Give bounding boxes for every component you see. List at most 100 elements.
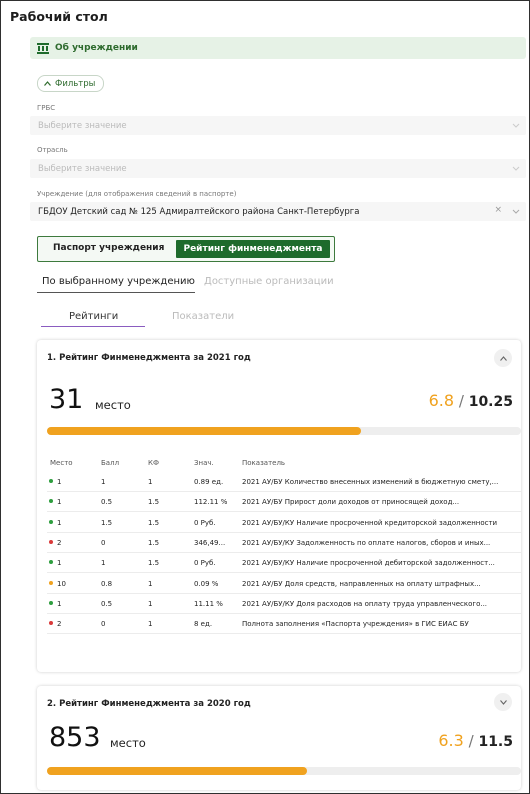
cell-score-text: 1 [101, 478, 106, 486]
collapse-button[interactable] [494, 349, 512, 367]
expand-button[interactable] [494, 693, 512, 711]
tab-available-organizations[interactable]: Доступные организации [204, 276, 334, 287]
cell-place: 2 [49, 539, 61, 547]
tab-primary-underline [37, 292, 195, 293]
rating-progress-track [47, 767, 521, 775]
cell-score-text: 0 [101, 620, 106, 629]
bank-icon [37, 42, 49, 54]
column-header-value: Знач. [194, 459, 214, 467]
cell-score: 0 [101, 539, 105, 547]
cell-score: 0.5 [101, 498, 112, 506]
cell-value: 112.11 % [194, 498, 227, 506]
chevron-down-icon [512, 123, 520, 128]
cell-place: 10 [49, 580, 66, 588]
cell-indicator-text: 2021 АУ/БУ/КУ Наличие просроченной дебит… [242, 559, 495, 568]
filters-toggle-label: Фильтры [55, 78, 96, 89]
table-row[interactable]: 2 0 1 8 ед. Полнота заполнения «Паспорта учр… [37, 614, 521, 635]
cell-place: 1 [49, 559, 61, 567]
cell-score-text: 0.5 [101, 498, 113, 507]
cell-indicator: Полнота заполнения «Паспорта учреждения»… [242, 620, 469, 628]
tab-indicators[interactable]: Показатели [172, 311, 234, 322]
institution-select[interactable]: ГБДОУ Детский сад № 125 Адмиралтейского … [30, 202, 526, 221]
rating-progress-fill [47, 427, 362, 435]
cell-kf: 1.5 [148, 519, 159, 527]
status-dot-icon [49, 539, 53, 544]
rating-card-title: 1. Рейтинг Финменеджмента за 2021 год [47, 353, 251, 363]
passport-tab-button[interactable]: Паспорт учреждения [53, 243, 164, 253]
cell-kf: 1.5 [148, 539, 159, 547]
cell-kf-text: 1 [148, 478, 153, 486]
cell-indicator: 2021 АУ/БУ/КУ Наличие просроченной дебит… [242, 559, 495, 567]
table-row[interactable]: 1 1.5 1.5 0 Руб. 2021 АУ/БУ/КУ Наличие проср… [37, 513, 521, 533]
rating-card-2021: 1. Рейтинг Финменеджмента за 2021 год 31… [37, 340, 521, 672]
cell-place-text: 2 [57, 620, 62, 629]
cell-place-text: 1 [57, 559, 62, 568]
rating-score: 6.8 / 10.25 [429, 391, 513, 410]
cell-kf-text: 1 [148, 599, 153, 608]
otrasl-select[interactable]: Выберите значение [30, 159, 526, 178]
institution-value: ГБДОУ Детский сад № 125 Адмиралтейского … [38, 206, 360, 217]
status-dot-icon [49, 519, 53, 524]
tab-selected-institution[interactable]: По выбранному учреждению [42, 276, 195, 287]
table-row[interactable]: 1 1 1.5 0 Руб. 2021 АУ/БУ/КУ Наличие просроч… [37, 553, 521, 574]
cell-score: 1.5 [101, 519, 112, 527]
rating-score-separator: / [458, 392, 464, 410]
view-segmented-control: Паспорт учреждения Рейтинг финменеджмент… [37, 236, 335, 262]
cell-place-text: 10 [57, 579, 66, 588]
rating-place: 31 [49, 384, 84, 415]
cell-value-text: 112.11 % [194, 498, 228, 507]
grbs-select[interactable]: Выберите значение [30, 116, 526, 135]
institution-label: Учреждение (для отображения сведений в п… [37, 190, 237, 198]
status-dot-icon [49, 600, 53, 605]
cell-score: 1 [101, 559, 105, 567]
cell-indicator-text: 2021 АУ/БУ/КУ Задолженность по оплате на… [242, 538, 491, 547]
rating-tab-button[interactable]: Рейтинг финменеджмента [176, 240, 330, 258]
page-title: Рабочий стол [10, 9, 108, 24]
cell-value-text: 0 Руб. [194, 518, 216, 527]
column-header-indicator: Показатель [242, 459, 286, 467]
cell-place: 1 [49, 519, 61, 527]
cell-indicator: 2021 АУ/БУ Прирост доли доходов от прино… [242, 498, 459, 506]
table-row[interactable]: 1 1 1 0.89 ед. 2021 АУ/БУ Количество внесенн… [37, 472, 521, 492]
cell-kf-text: 1.5 [148, 538, 160, 547]
grbs-placeholder: Выберите значение [38, 120, 127, 131]
rating-card-title: 2. Рейтинг Финменеджмента за 2020 год [47, 699, 251, 709]
cell-value-text: 11.11 % [194, 599, 223, 608]
cell-indicator-text: 2021 АУ/БУ Доля средств, направленных на… [242, 579, 481, 588]
cell-place-text: 1 [57, 498, 62, 507]
table-row[interactable]: 2 0 1.5 346,49... 2021 АУ/БУ/КУ Задолженност… [37, 533, 521, 553]
table-row[interactable]: 1 0.5 1 11.11 % 2021 АУ/БУ/КУ Доля расходов … [37, 594, 521, 614]
cell-place-text: 2 [57, 538, 62, 547]
rating-table-header: Место Балл КФ Знач. Показатель [37, 459, 521, 469]
tab-ratings[interactable]: Рейтинги [69, 311, 118, 322]
cell-kf-text: 1.5 [148, 498, 160, 507]
cell-score-text: 0.8 [101, 579, 113, 588]
about-institution-bar[interactable]: Об учреждении [30, 37, 526, 59]
cell-indicator-text: 2021 АУ/БУ/КУ Наличие просроченной креди… [242, 518, 498, 527]
cell-indicator: 2021 АУ/БУ/КУ Наличие просроченной креди… [242, 519, 497, 527]
cell-place-text: 1 [57, 478, 62, 486]
filters-toggle-button[interactable]: Фильтры [37, 75, 105, 92]
row-divider [47, 633, 521, 635]
table-row[interactable]: 1 0.5 1.5 112.11 % 2021 АУ/БУ Прирост доли д… [37, 492, 521, 513]
table-row[interactable]: 10 0.8 1 0.09 % 2021 АУ/БУ Доля средств, нап… [37, 574, 521, 594]
cell-place-text: 1 [57, 599, 62, 608]
tab-secondary-underline [41, 326, 145, 327]
cell-kf: 1.5 [148, 498, 159, 506]
cell-kf: 1 [148, 580, 152, 588]
cell-kf-text: 1.5 [148, 559, 160, 568]
cell-indicator: 2021 АУ/БУ Количество внесенных изменени… [242, 478, 498, 486]
rating-score-separator: / [468, 732, 474, 750]
cell-value-text: 0 Руб. [194, 559, 216, 568]
cell-kf-text: 1 [148, 620, 153, 629]
otrasl-label: Отрасль [37, 146, 68, 154]
status-dot-icon [49, 621, 53, 626]
cell-kf: 1 [148, 620, 152, 628]
status-dot-icon [49, 580, 53, 585]
cell-kf: 1 [148, 478, 152, 486]
about-institution-label: Об учреждении [55, 43, 138, 53]
chevron-down-icon [512, 166, 520, 171]
cell-indicator: 2021 АУ/БУ Доля средств, направленных на… [242, 580, 481, 588]
clear-icon[interactable]: × [494, 205, 502, 215]
column-header-place: Место [50, 459, 73, 467]
